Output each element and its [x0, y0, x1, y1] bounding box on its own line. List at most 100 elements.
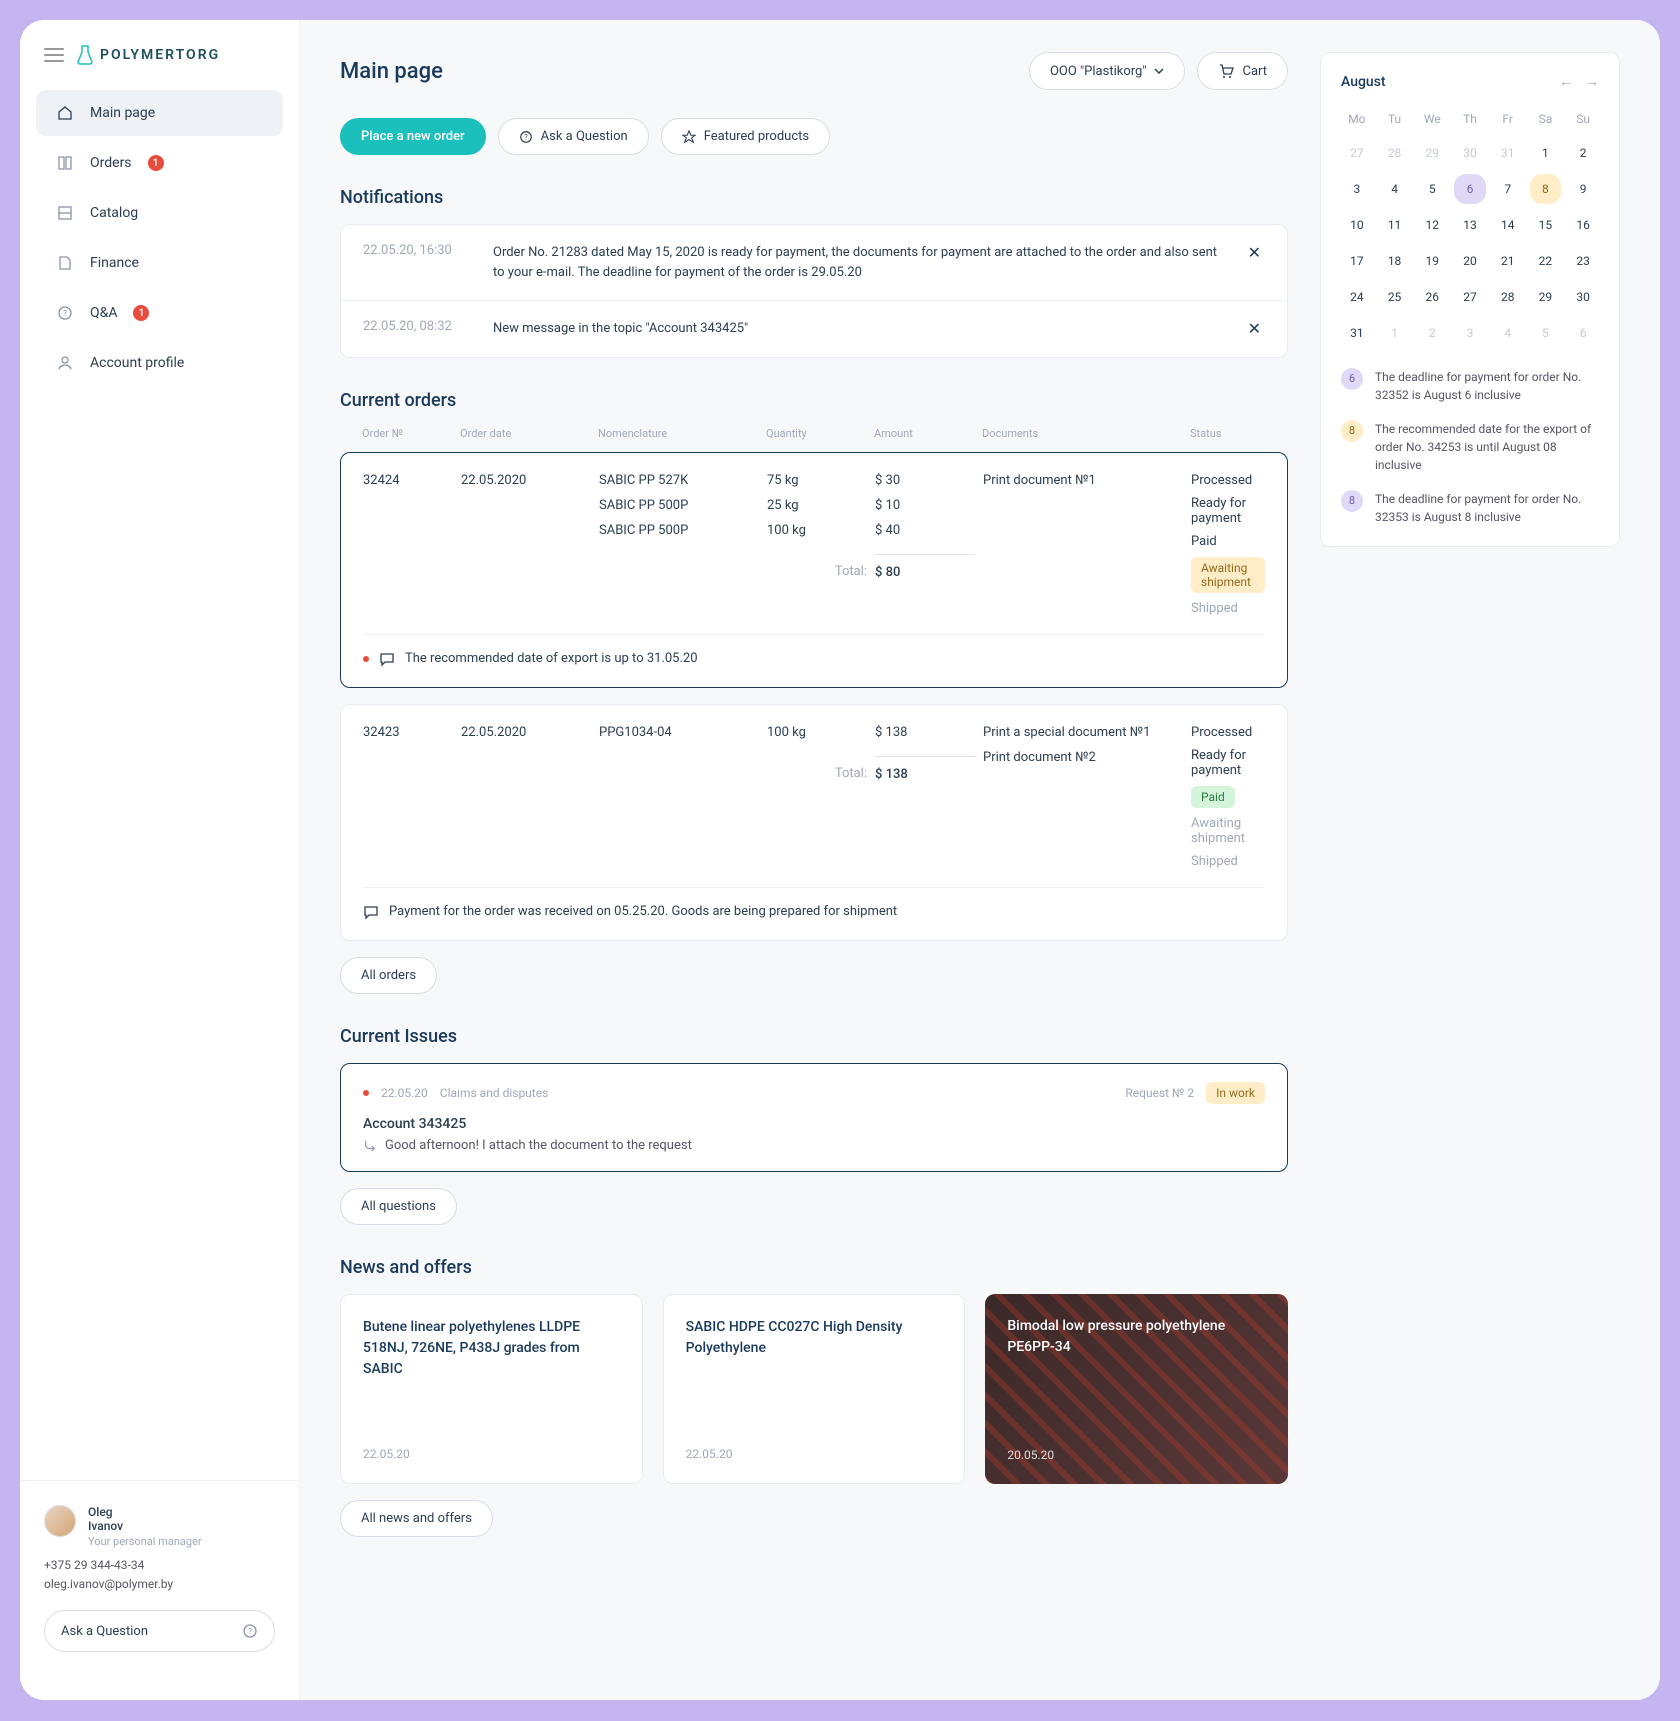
brand-text: POLYMERTORG: [100, 47, 220, 63]
news-card[interactable]: SABIC HDPE CC027C High Density Polyethyl…: [663, 1294, 966, 1484]
calendar-day[interactable]: 29: [1416, 138, 1448, 168]
issue-status-chip: In work: [1206, 1082, 1265, 1104]
comment-icon: [363, 904, 379, 920]
button-label: Featured products: [704, 129, 809, 144]
calendar-day[interactable]: 16: [1567, 210, 1599, 240]
close-icon[interactable]: ✕: [1244, 243, 1265, 262]
calendar-day[interactable]: 14: [1492, 210, 1524, 240]
calendar-day[interactable]: 11: [1379, 210, 1411, 240]
news-card[interactable]: Butene linear polyethylenes LLDPE 518NJ,…: [340, 1294, 643, 1484]
status-text: Processed: [1191, 725, 1265, 740]
company-selector[interactable]: OOO "Plastikorg": [1029, 52, 1186, 90]
calendar-day[interactable]: 18: [1379, 246, 1411, 276]
nav-profile[interactable]: Account profile: [36, 340, 283, 386]
calendar-day[interactable]: 4: [1379, 174, 1411, 204]
calendar-dow: Su: [1567, 106, 1599, 132]
calendar-day[interactable]: 28: [1492, 282, 1524, 312]
col-order-date: Order date: [460, 427, 590, 440]
order-documents: Print a special document №1 Print documen…: [983, 725, 1183, 765]
calendar-day[interactable]: 6: [1454, 174, 1486, 204]
calendar-day[interactable]: 30: [1567, 282, 1599, 312]
order-card[interactable]: 32423 22.05.2020 PPG1034-04 100 kgTotal:…: [340, 704, 1288, 941]
col-quantity: Quantity: [766, 427, 866, 440]
calendar-day[interactable]: 5: [1530, 318, 1562, 348]
brand-logo[interactable]: POLYMERTORG: [76, 44, 220, 66]
calendar-day[interactable]: 8: [1530, 174, 1562, 204]
calendar-day[interactable]: 31: [1341, 318, 1373, 348]
ask-question-button-top[interactable]: ? Ask a Question: [498, 118, 649, 155]
section-title-issues: Current Issues: [340, 1026, 1288, 1047]
place-order-button[interactable]: Place a new order: [340, 118, 486, 155]
ask-question-button[interactable]: Ask a Question ?: [44, 1610, 275, 1652]
featured-products-button[interactable]: Featured products: [661, 118, 830, 155]
nav-catalog[interactable]: Catalog: [36, 190, 283, 236]
calendar-day[interactable]: 15: [1530, 210, 1562, 240]
company-name: OOO "Plastikorg": [1050, 64, 1147, 79]
orders-header: Order № Order date Nomenclature Quantity…: [340, 427, 1288, 452]
calendar-day[interactable]: 4: [1492, 318, 1524, 348]
calendar-day[interactable]: 24: [1341, 282, 1373, 312]
menu-icon[interactable]: [44, 48, 64, 62]
order-amount: $ 30$ 10$ 40$ 80: [875, 473, 975, 580]
calendar-day[interactable]: 23: [1567, 246, 1599, 276]
calendar-day[interactable]: 12: [1416, 210, 1448, 240]
calendar-day[interactable]: 13: [1454, 210, 1486, 240]
grid-icon: [56, 204, 74, 222]
all-questions-button[interactable]: All questions: [340, 1188, 457, 1225]
nav: Main page Orders 1 Catalog Finance ? Q&A…: [20, 90, 299, 1480]
calendar-day[interactable]: 27: [1454, 282, 1486, 312]
calendar-day[interactable]: 6: [1567, 318, 1599, 348]
nav-label: Finance: [90, 255, 139, 271]
news-card[interactable]: Bimodal low pressure polyethylene PE6PP-…: [985, 1294, 1288, 1484]
document-link[interactable]: Print a special document №1: [983, 725, 1183, 740]
calendar-day[interactable]: 2: [1416, 318, 1448, 348]
calendar-day[interactable]: 10: [1341, 210, 1373, 240]
calendar-day[interactable]: 2: [1567, 138, 1599, 168]
calendar-day[interactable]: 1: [1530, 138, 1562, 168]
nav-main[interactable]: Main page: [36, 90, 283, 136]
order-card[interactable]: 32424 22.05.2020 SABIC PP 527KSABIC PP 5…: [340, 452, 1288, 688]
calendar-day[interactable]: 21: [1492, 246, 1524, 276]
calendar-day[interactable]: 30: [1454, 138, 1486, 168]
calendar-day[interactable]: 17: [1341, 246, 1373, 276]
calendar-day[interactable]: 22: [1530, 246, 1562, 276]
manager-email: oleg.ivanov@polymer.by: [44, 1575, 275, 1594]
all-news-button[interactable]: All news and offers: [340, 1500, 493, 1537]
document-link[interactable]: Print document №2: [983, 750, 1183, 765]
calendar-day[interactable]: 5: [1416, 174, 1448, 204]
nav-orders[interactable]: Orders 1: [36, 140, 283, 186]
svg-text:?: ?: [63, 309, 67, 318]
calendar-event: 8The deadline for payment for order No. …: [1341, 490, 1599, 526]
status-text: Ready for payment: [1191, 748, 1265, 778]
calendar-day[interactable]: 9: [1567, 174, 1599, 204]
calendar-day[interactable]: 27: [1341, 138, 1373, 168]
nav-qa[interactable]: ? Q&A 1: [36, 290, 283, 336]
calendar-day[interactable]: 3: [1454, 318, 1486, 348]
calendar-day[interactable]: 29: [1530, 282, 1562, 312]
calendar-day[interactable]: 1: [1379, 318, 1411, 348]
calendar-day[interactable]: 7: [1492, 174, 1524, 204]
calendar-prev-button[interactable]: ←: [1559, 73, 1573, 90]
calendar-dow: Sa: [1530, 106, 1562, 132]
calendar-day[interactable]: 31: [1492, 138, 1524, 168]
all-orders-button[interactable]: All orders: [340, 957, 437, 994]
calendar-day[interactable]: 25: [1379, 282, 1411, 312]
calendar-next-button[interactable]: →: [1585, 73, 1599, 90]
help-icon: ?: [56, 304, 74, 322]
calendar-day[interactable]: 19: [1416, 246, 1448, 276]
document-link[interactable]: Print document №1: [983, 473, 1183, 488]
calendar-event: 8The recommended date for the export of …: [1341, 420, 1599, 474]
close-icon[interactable]: ✕: [1244, 319, 1265, 338]
nav-finance[interactable]: Finance: [36, 240, 283, 286]
calendar-day[interactable]: 26: [1416, 282, 1448, 312]
calendar-day[interactable]: 3: [1341, 174, 1373, 204]
issue-card[interactable]: 22.05.20 Claims and disputes Request № 2…: [340, 1063, 1288, 1172]
order-date: 22.05.2020: [461, 725, 591, 740]
calendar-day[interactable]: 20: [1454, 246, 1486, 276]
cart-button[interactable]: Cart: [1197, 52, 1288, 90]
calendar-day[interactable]: 28: [1379, 138, 1411, 168]
help-icon: ?: [519, 130, 533, 144]
manager-name: Oleg: [88, 1505, 113, 1519]
right-column: August ← → MoTuWeThFrSaSu272829303112345…: [1320, 52, 1620, 1668]
calendar-events: 6The deadline for payment for order No. …: [1341, 368, 1599, 526]
